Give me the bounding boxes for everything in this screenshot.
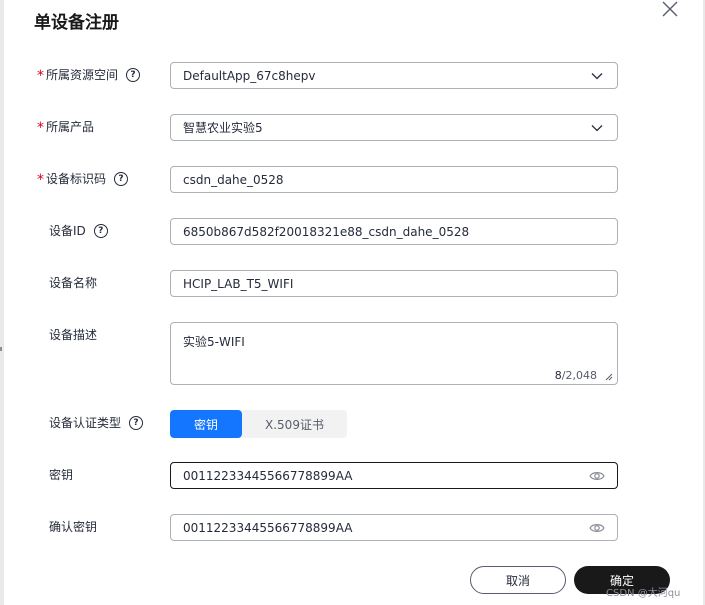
resource-space-label: 所属资源空间	[46, 68, 119, 82]
resource-space-label-row: * 所属资源空间 ?	[37, 62, 141, 88]
help-icon[interactable]: ?	[126, 68, 141, 82]
help-icon[interactable]: ?	[93, 224, 108, 238]
device-id-value: 6850b867d582f20018321e88_csdn_dahe_0528	[183, 224, 470, 239]
confirm-secret-label-row: 确认密钥	[49, 514, 97, 540]
close-icon[interactable]	[657, 0, 681, 20]
auth-option-x509[interactable]: X.509证书	[242, 410, 347, 438]
eye-icon[interactable]	[589, 470, 605, 482]
device-name-input[interactable]: HCIP_LAB_T5_WIFI	[170, 270, 618, 297]
help-icon[interactable]: ?	[114, 172, 129, 186]
chevron-down-icon	[591, 73, 603, 80]
device-id-input[interactable]: 6850b867d582f20018321e88_csdn_dahe_0528	[170, 218, 618, 245]
auth-type-label-row: 设备认证类型 ?	[49, 410, 144, 436]
auth-type-label: 设备认证类型	[49, 416, 122, 430]
required-mark: *	[37, 120, 44, 136]
product-label-row: * 所属产品	[37, 114, 94, 140]
required-mark: *	[37, 172, 44, 188]
description-label-row: 设备描述	[49, 322, 97, 348]
resource-space-select[interactable]: DefaultApp_67c8hepv	[170, 62, 618, 89]
node-id-input[interactable]: csdn_dahe_0528	[170, 166, 618, 193]
description-textarea[interactable]: 实验5-WIFI 8/2,048	[170, 322, 618, 385]
cancel-button[interactable]: 取消	[470, 566, 566, 594]
char-max: /2,048	[561, 369, 597, 382]
device-id-label: 设备ID	[49, 224, 86, 238]
background-mark	[0, 347, 2, 351]
required-mark: *	[37, 68, 44, 84]
auth-option-secret[interactable]: 密钥	[170, 410, 242, 438]
description-value: 实验5-WIFI	[183, 335, 245, 349]
product-select[interactable]: 智慧农业实验5	[170, 114, 618, 141]
register-device-dialog: 单设备注册 * 所属资源空间 ? DefaultApp_67c8hepv * 所…	[4, 0, 703, 605]
node-id-label: 设备标识码	[46, 172, 107, 186]
eye-icon[interactable]	[589, 522, 605, 534]
char-counter: 8/2,048	[555, 369, 597, 382]
dialog-title: 单设备注册	[34, 13, 119, 33]
resource-space-value: DefaultApp_67c8hepv	[183, 68, 316, 83]
char-count: 8	[554, 369, 562, 382]
chevron-down-icon	[591, 125, 603, 132]
device-id-label-row: 设备ID ?	[49, 218, 108, 244]
confirm-secret-input[interactable]: 00112233445566778899AA	[170, 514, 618, 541]
secret-value: 00112233445566778899AA	[183, 468, 353, 483]
device-name-label: 设备名称	[49, 276, 98, 290]
product-label: 所属产品	[46, 120, 95, 134]
description-label: 设备描述	[49, 328, 98, 342]
secret-label-row: 密钥	[49, 462, 73, 488]
secret-label: 密钥	[49, 468, 74, 482]
device-name-label-row: 设备名称	[49, 270, 97, 296]
confirm-secret-label: 确认密钥	[49, 520, 98, 534]
node-id-value: csdn_dahe_0528	[183, 172, 284, 187]
confirm-secret-value: 00112233445566778899AA	[183, 520, 353, 535]
product-value: 智慧农业实验5	[183, 121, 263, 135]
help-icon[interactable]: ?	[129, 416, 144, 430]
device-name-value: HCIP_LAB_T5_WIFI	[183, 276, 294, 291]
resize-handle-icon[interactable]	[605, 373, 613, 381]
node-id-label-row: * 设备标识码 ?	[37, 166, 129, 192]
watermark: CSDN @大河qu	[606, 588, 681, 599]
secret-input[interactable]: 00112233445566778899AA	[170, 462, 618, 489]
